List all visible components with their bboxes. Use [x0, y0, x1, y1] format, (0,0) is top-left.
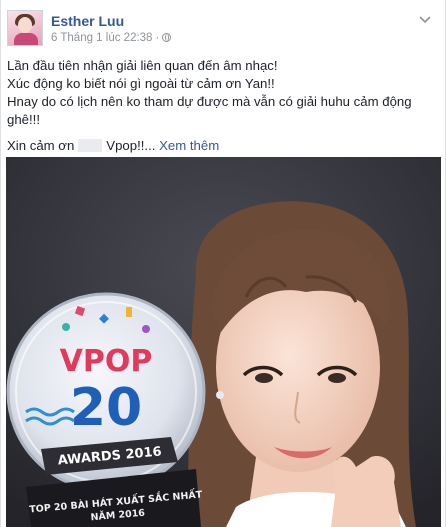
facebook-post: Esther Luu 6 Tháng 1 lúc 22:38 · Lần đầu … [0, 0, 446, 527]
post-line: Lần đầu tiên nhận giải liên quan đến âm … [7, 58, 278, 73]
globe-icon[interactable] [162, 33, 172, 42]
meta-separator: · [155, 32, 160, 44]
trophy: VPOP 20 AWARDS 2016 TOP 20 BÀI HÁT XUẤT … [6, 292, 206, 527]
post-meta: 6 Tháng 1 lúc 22:38 · [51, 32, 172, 44]
trophy-vpop-text: VPOP [60, 344, 153, 379]
chevron-down-icon[interactable] [417, 12, 433, 28]
post-photo[interactable]: VPOP 20 AWARDS 2016 TOP 20 BÀI HÁT XUẤT … [6, 157, 441, 527]
post-line: Xúc động ko biết nói gì ngoài từ cảm ơn … [7, 76, 275, 91]
avatar-face [18, 17, 32, 33]
post-closing-line: Xin cảm ơn Vpop!!... Xem thêm [7, 137, 435, 155]
author-avatar[interactable] [7, 10, 43, 46]
post-header: Esther Luu 6 Tháng 1 lúc 22:38 · [7, 10, 437, 50]
see-more-link[interactable]: Xem thêm [159, 138, 219, 153]
closing-text-before: Xin cảm ơn [7, 138, 75, 153]
closing-text-after: Vpop!!... [106, 138, 156, 153]
post-timestamp[interactable]: 6 Tháng 1 lúc 22:38 [51, 32, 152, 44]
author-name[interactable]: Esther Luu [51, 13, 124, 29]
redacted-text [78, 139, 103, 152]
photo-illustration: VPOP 20 AWARDS 2016 TOP 20 BÀI HÁT XUẤT … [6, 157, 441, 527]
post-line: Hnay do có lịch nên ko tham dự được mà v… [7, 94, 412, 127]
avatar-shirt [14, 33, 38, 45]
trophy-number: 20 [70, 378, 142, 438]
post-text: Lần đầu tiên nhận giải liên quan đến âm … [7, 57, 435, 155]
